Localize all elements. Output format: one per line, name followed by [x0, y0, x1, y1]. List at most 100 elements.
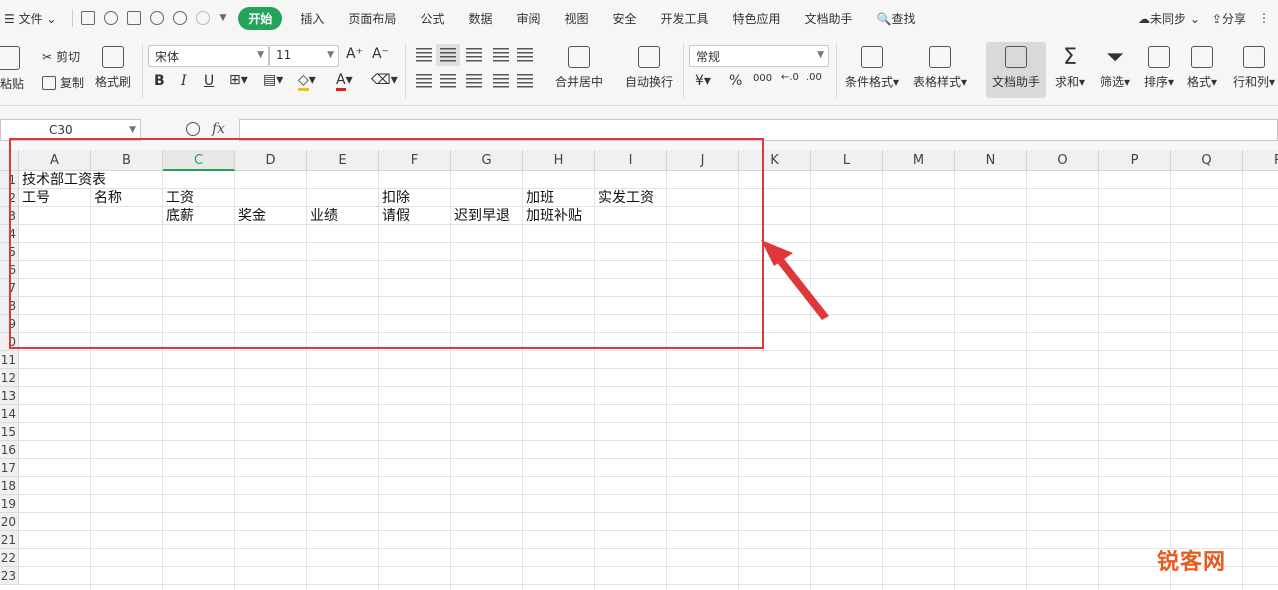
formula-input[interactable]: [239, 119, 1278, 141]
row-header-5[interactable]: 5: [0, 243, 19, 261]
tab-insert[interactable]: 插入: [288, 10, 336, 27]
cell-a1[interactable]: 技术部工资表: [19, 171, 106, 189]
share-button[interactable]: ⇪分享: [1212, 10, 1246, 27]
justify-icon[interactable]: [493, 74, 509, 88]
export-icon[interactable]: [104, 11, 119, 25]
file-menu[interactable]: ☰ 文件 ⌄: [0, 10, 68, 27]
table-style-button[interactable]: 表格样式▾: [913, 46, 967, 90]
cut-button[interactable]: ✂ 剪切: [42, 48, 80, 65]
cell-c2[interactable]: 工资: [163, 189, 194, 207]
cell-h2[interactable]: 加班: [523, 189, 554, 207]
underline-button[interactable]: U: [204, 73, 214, 89]
format-button[interactable]: 格式▾: [1187, 46, 1217, 90]
row-header-17[interactable]: 17: [0, 459, 19, 477]
column-header-d[interactable]: D: [235, 150, 307, 171]
column-header-q[interactable]: Q: [1171, 150, 1243, 171]
zoom-icon[interactable]: [186, 122, 200, 136]
cell-e3[interactable]: 业绩: [307, 207, 338, 225]
row-header-3[interactable]: 3: [0, 207, 19, 225]
cell-style-icon[interactable]: ▤▾: [263, 72, 283, 88]
tab-formulas[interactable]: 公式: [408, 10, 456, 27]
row-header-2[interactable]: 2: [0, 189, 19, 207]
print-icon[interactable]: [127, 11, 142, 25]
font-color-icon[interactable]: A▾: [336, 72, 353, 91]
column-header-i[interactable]: I: [595, 150, 667, 171]
column-header-b[interactable]: B: [91, 150, 163, 171]
cell-h3[interactable]: 加班补贴: [523, 207, 582, 225]
print-preview-icon[interactable]: [150, 11, 165, 25]
merge-center-button[interactable]: 合并居中: [555, 46, 603, 90]
column-header-f[interactable]: F: [379, 150, 451, 171]
fx-icon[interactable]: fx: [212, 121, 225, 137]
name-box[interactable]: C30 ▼: [0, 119, 141, 141]
column-header-j[interactable]: J: [667, 150, 739, 171]
italic-button[interactable]: I: [181, 73, 187, 89]
column-header-g[interactable]: G: [451, 150, 523, 171]
increase-indent-icon[interactable]: [517, 48, 533, 62]
tab-data[interactable]: 数据: [456, 10, 504, 27]
align-middle-icon[interactable]: [436, 44, 460, 66]
column-header-o[interactable]: O: [1027, 150, 1099, 171]
row-header-21[interactable]: 21: [0, 531, 19, 549]
cell-d3[interactable]: 奖金: [235, 207, 266, 225]
increase-decimal-icon[interactable]: ←.0: [781, 72, 799, 83]
wrap-text-button[interactable]: 自动换行: [625, 46, 673, 90]
tab-doc-assistant[interactable]: 文档助手: [793, 10, 865, 27]
distribute-icon[interactable]: [517, 74, 533, 88]
eraser-icon[interactable]: ⌫▾: [371, 72, 398, 88]
doc-assistant-button[interactable]: 文档助手: [992, 46, 1040, 90]
customize-dropdown-icon[interactable]: ▼: [219, 13, 226, 23]
decrease-font-icon[interactable]: A⁻: [372, 46, 389, 62]
tab-review[interactable]: 审阅: [504, 10, 552, 27]
copy-button[interactable]: 复制: [42, 74, 84, 91]
row-header-23[interactable]: 23: [0, 567, 19, 585]
column-header-l[interactable]: L: [811, 150, 883, 171]
sort-button[interactable]: 排序▾: [1144, 46, 1174, 90]
decrease-indent-icon[interactable]: [493, 48, 509, 62]
cell-c3[interactable]: 底薪: [163, 207, 194, 225]
column-header-a[interactable]: A: [19, 150, 91, 171]
row-header-20[interactable]: 20: [0, 513, 19, 531]
select-all-corner[interactable]: [0, 150, 19, 171]
row-header-11[interactable]: 11: [0, 351, 19, 369]
column-header-m[interactable]: M: [883, 150, 955, 171]
column-header-c[interactable]: C: [163, 150, 235, 171]
row-header-16[interactable]: 16: [0, 441, 19, 459]
sum-button[interactable]: Σ 求和▾: [1055, 46, 1085, 90]
row-header-15[interactable]: 15: [0, 423, 19, 441]
column-header-p[interactable]: P: [1099, 150, 1171, 171]
row-header-14[interactable]: 14: [0, 405, 19, 423]
row-header-9[interactable]: 9: [0, 315, 19, 333]
row-header-18[interactable]: 18: [0, 477, 19, 495]
row-header-4[interactable]: 4: [0, 225, 19, 243]
cell-g3[interactable]: 迟到早退: [451, 207, 510, 225]
increase-font-icon[interactable]: A⁺: [346, 46, 363, 62]
row-header-6[interactable]: 6: [0, 261, 19, 279]
cell-a2[interactable]: 工号: [19, 189, 50, 207]
filter-button[interactable]: ⏷ 筛选▾: [1100, 46, 1130, 90]
tab-security[interactable]: 安全: [601, 10, 649, 27]
column-header-n[interactable]: N: [955, 150, 1027, 171]
align-top-icon[interactable]: [416, 48, 432, 62]
cell-f3[interactable]: 请假: [379, 207, 410, 225]
align-right-icon[interactable]: [466, 74, 482, 88]
font-size-select[interactable]: 11 ▼: [269, 45, 339, 67]
row-header-12[interactable]: 12: [0, 369, 19, 387]
row-header-22[interactable]: 22: [0, 549, 19, 567]
more-icon[interactable]: ⋮: [1258, 11, 1270, 25]
undo-icon[interactable]: [173, 11, 188, 25]
save-icon[interactable]: [81, 11, 96, 25]
row-header-13[interactable]: 13: [0, 387, 19, 405]
align-left-icon[interactable]: [416, 74, 432, 88]
number-format-select[interactable]: 常规 ▼: [689, 45, 829, 67]
sync-status[interactable]: ☁未同步 ⌄: [1138, 10, 1200, 27]
row-header-8[interactable]: 8: [0, 297, 19, 315]
align-center-icon[interactable]: [440, 74, 456, 88]
row-header-19[interactable]: 19: [0, 495, 19, 513]
paste-button[interactable]: 粘贴: [0, 46, 24, 92]
column-header-k[interactable]: K: [739, 150, 811, 171]
decrease-decimal-icon[interactable]: .00: [806, 72, 822, 83]
tab-view[interactable]: 视图: [552, 10, 600, 27]
align-bottom-icon[interactable]: [466, 48, 482, 62]
currency-icon[interactable]: ¥▾: [695, 73, 711, 89]
